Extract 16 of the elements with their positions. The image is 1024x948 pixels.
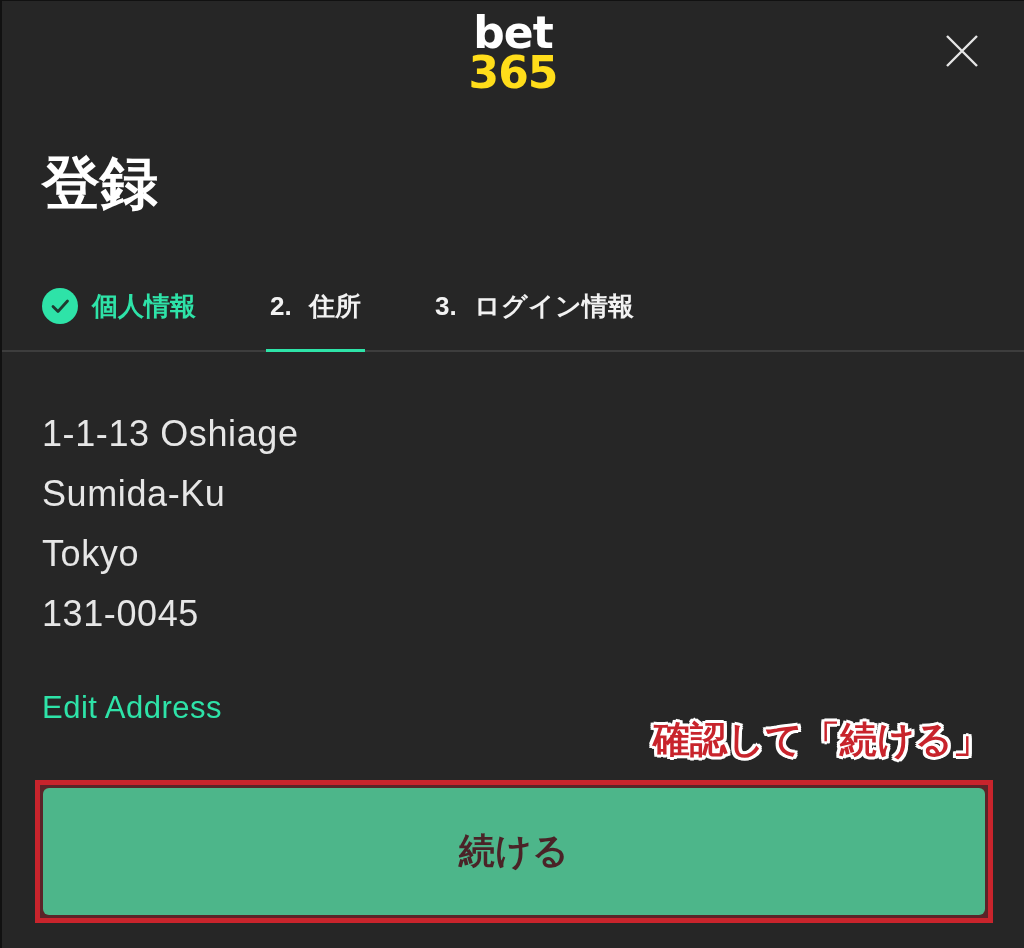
logo-digits: 365 bbox=[468, 53, 558, 93]
step-tab[interactable]: 3. ログイン情報 bbox=[430, 280, 638, 352]
step-tab[interactable]: 個人情報 bbox=[38, 280, 200, 352]
annotation-text: 確認して「続ける」 bbox=[653, 718, 990, 762]
check-icon bbox=[42, 288, 78, 324]
edit-address-link[interactable]: Edit Address bbox=[42, 688, 223, 728]
close-button[interactable] bbox=[946, 35, 978, 67]
step-tab[interactable]: 2. 住所 bbox=[266, 280, 365, 352]
address-line: Sumida-Ku bbox=[42, 472, 226, 516]
address-line: Tokyo bbox=[42, 532, 140, 576]
page-title: 登録 bbox=[42, 149, 158, 217]
logo-wordmark: bet bbox=[473, 13, 553, 53]
close-icon bbox=[946, 35, 978, 67]
continue-button[interactable]: 続ける bbox=[43, 788, 985, 915]
address-line: 131-0045 bbox=[42, 592, 199, 636]
address-line: 1-1-13 Oshiage bbox=[42, 412, 299, 456]
